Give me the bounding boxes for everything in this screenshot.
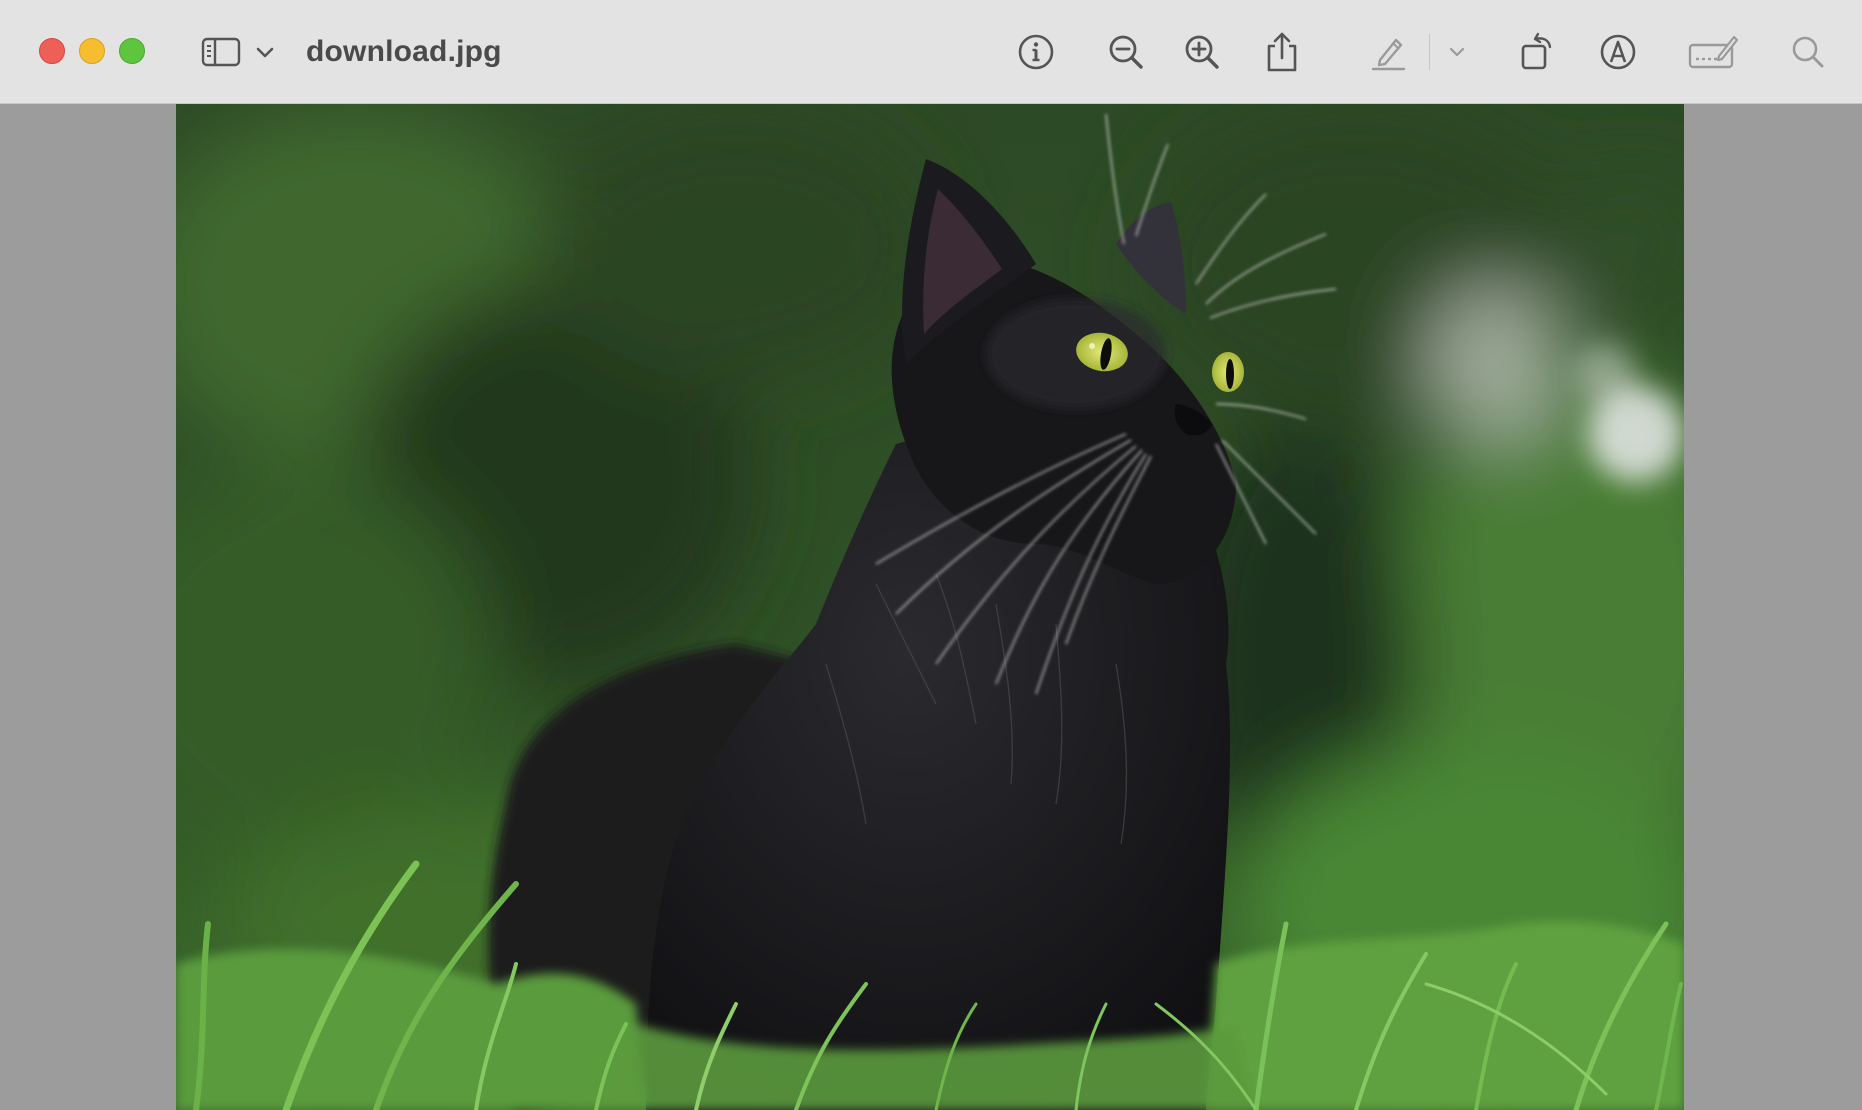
sidebar-toggle-button[interactable] [198,26,244,78]
toolbar-divider [1429,34,1430,70]
markup-pen-circle-icon [1598,32,1638,72]
preview-window: download.jpg [0,0,1862,1110]
rotate-icon [1516,31,1556,73]
cat-photo [176,104,1684,1110]
zoom-out-icon [1106,32,1146,72]
image-canvas [0,104,1862,1110]
zoom-out-button[interactable] [1104,26,1148,78]
title-bar: download.jpg [0,0,1862,104]
chevron-down-icon [255,45,275,59]
sidebar-menu-button[interactable] [253,26,277,78]
markup-menu-button[interactable] [1446,26,1468,78]
chevron-down-icon [1448,46,1466,58]
rotate-button[interactable] [1514,26,1558,78]
zoom-window-button[interactable] [119,38,145,64]
search-button[interactable] [1788,26,1828,78]
search-icon [1790,34,1826,70]
signature-button[interactable] [1686,26,1740,78]
minimize-window-button[interactable] [79,38,105,64]
markup-toolbar-button[interactable] [1596,26,1640,78]
document-title: download.jpg [306,35,502,68]
share-button[interactable] [1262,26,1302,78]
sidebar-toggle-icon [200,36,242,68]
signature-icon [1687,32,1739,72]
highlighter-pen-icon [1368,32,1408,72]
close-window-button[interactable] [39,38,65,64]
zoom-in-button[interactable] [1180,26,1224,78]
zoom-in-icon [1182,32,1222,72]
highlight-button[interactable] [1366,26,1410,78]
share-icon [1264,31,1300,73]
inspector-button[interactable] [1014,26,1058,78]
info-icon [1016,32,1056,72]
